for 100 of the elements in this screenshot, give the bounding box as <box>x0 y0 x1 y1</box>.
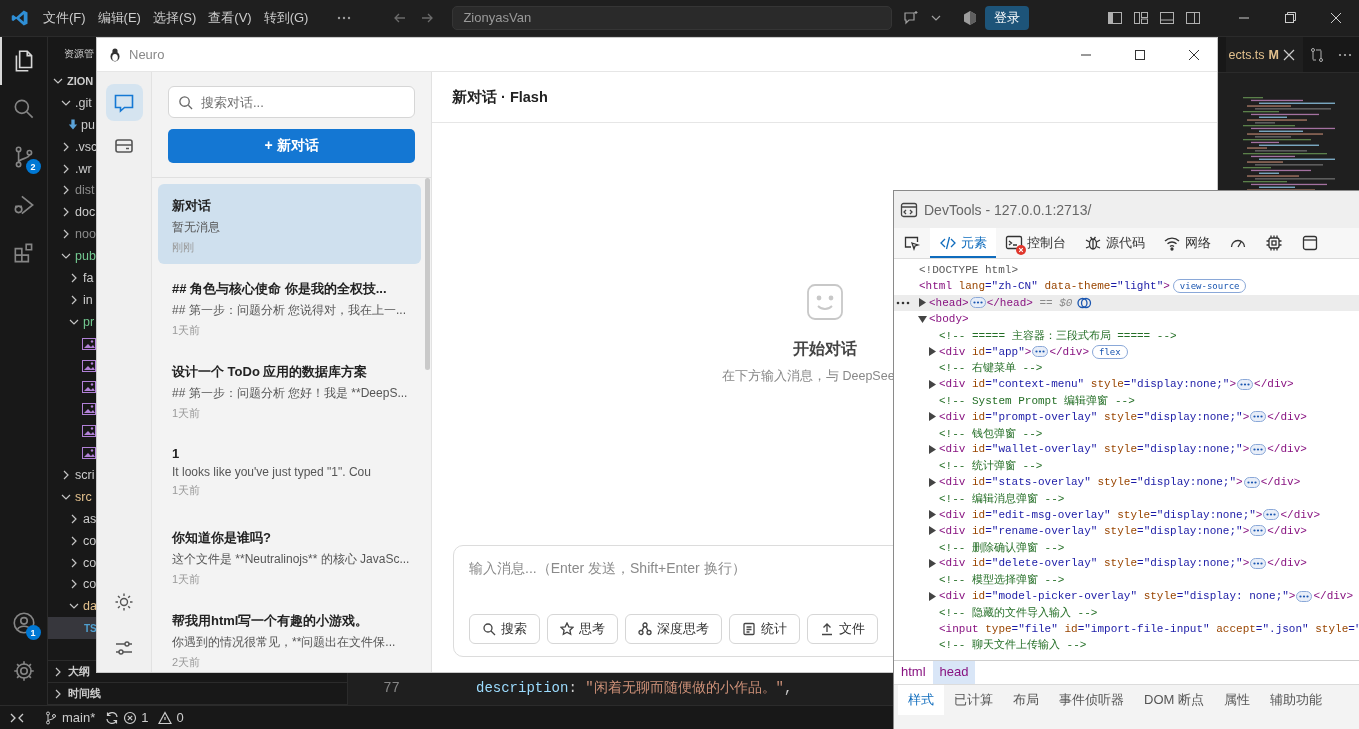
ellipsis-icon[interactable] <box>1032 346 1049 358</box>
folder-name[interactable]: pr <box>83 314 95 329</box>
expand-triangle-icon[interactable] <box>928 379 936 389</box>
menu-item[interactable]: 选择(S) <box>152 9 197 27</box>
expand-triangle-icon[interactable] <box>928 591 936 601</box>
html-tag[interactable]: <html lang="zh-CN" data-theme="light"> <box>919 280 1170 293</box>
conversation-item[interactable]: 帮我用html写一个有趣的小游戏。 你遇到的情况很常见，**问题出在文件保... 2天前 <box>158 599 421 672</box>
html-tag[interactable]: <body> <box>929 313 969 326</box>
menu-item[interactable]: 转到(G) <box>263 9 309 27</box>
devtools-tab[interactable]: 控制台 <box>996 228 1075 258</box>
html-tag[interactable]: <head> <box>929 296 969 309</box>
html-tag[interactable]: <div id="edit-msg-overlay" style="display:none;"> <box>939 508 1263 521</box>
html-tag[interactable]: <div id="rename-overlay" style="display:none;"> <box>939 524 1250 537</box>
folder-name[interactable]: noo <box>75 227 96 242</box>
section-header[interactable]: 时间线 <box>68 686 101 701</box>
conversation-item[interactable]: 新对话 暂无消息 刚刚 <box>158 184 421 264</box>
ellipsis-icon[interactable] <box>1237 378 1254 390</box>
closing-tag[interactable]: </head> <box>986 296 1033 309</box>
devtools-tab[interactable]: 源代码 <box>1075 228 1154 258</box>
folder-name[interactable]: co <box>83 577 96 592</box>
html-comment[interactable]: <!-- 统计弹窗 --> <box>939 458 1043 474</box>
grid-layout-icon[interactable] <box>1133 10 1149 26</box>
panel-tab[interactable]: 辅助功能 <box>1259 685 1332 715</box>
split-layout-icon[interactable] <box>1185 10 1201 26</box>
menu-item[interactable]: 文件(F) <box>43 9 86 27</box>
ellipsis-icon[interactable] <box>1250 525 1267 537</box>
ellipsis-icon[interactable] <box>1243 476 1260 488</box>
html-tag[interactable]: <div id="wallet-overlay" style="display:none;"> <box>939 443 1250 456</box>
image-file-icon[interactable] <box>82 425 96 438</box>
expand-triangle-icon[interactable] <box>928 526 936 536</box>
message-input[interactable]: 输入消息...（Enter 发送，Shift+Enter 换行） <box>469 560 869 614</box>
devtools-tab[interactable]: 网络 <box>1154 228 1220 258</box>
error-count[interactable]: 1 <box>141 710 149 725</box>
sync-icon[interactable] <box>105 710 120 725</box>
html-tag[interactable]: <div id="prompt-overlay" style="display:none;"> <box>939 410 1250 423</box>
panel-layout-icon[interactable] <box>1159 10 1175 26</box>
folder-name[interactable]: .wr <box>75 161 92 176</box>
tool-button[interactable]: 文件 <box>807 614 878 644</box>
account-icon[interactable] <box>10 610 37 636</box>
closing-tag[interactable]: </div> <box>1313 590 1354 603</box>
editor-tab[interactable]: ects.ts M <box>1226 37 1303 72</box>
tool-button[interactable]: 深度思考 <box>625 614 722 644</box>
folder-name[interactable]: in <box>83 292 93 307</box>
bug-icon[interactable] <box>1084 234 1102 252</box>
tool-button[interactable]: 搜索 <box>469 614 540 644</box>
chat-sparkle-icon[interactable] <box>902 9 921 27</box>
command-search-field[interactable]: ZionyasVan <box>452 6 893 30</box>
scrollbar-thumb[interactable] <box>425 178 430 370</box>
html-comment[interactable]: <!-- 聊天文件上传输入 --> <box>939 637 1087 653</box>
folder-name[interactable]: fa <box>83 270 94 285</box>
expand-triangle-icon[interactable] <box>928 444 936 454</box>
selected-node-row[interactable]: <head> </head> == $0 <box>894 294 1359 311</box>
closing-tag[interactable]: </div> <box>1254 378 1294 391</box>
folder-name[interactable]: doc <box>75 205 96 220</box>
sidebar-layout-icon[interactable] <box>1107 10 1123 26</box>
folder-name[interactable]: co <box>83 533 96 548</box>
file-name[interactable]: pu <box>81 117 95 132</box>
expand-triangle-icon[interactable] <box>928 412 936 422</box>
panel-tab[interactable]: 已计算 <box>944 685 1003 715</box>
expand-triangle-icon[interactable] <box>928 347 936 357</box>
panel-tab[interactable]: 属性 <box>1213 685 1260 715</box>
folder-name[interactable]: .vsc <box>75 139 96 154</box>
closing-tag[interactable]: </div> <box>1280 508 1321 521</box>
html-tag[interactable]: <div id="delete-overlay" style="display:none;"> <box>939 557 1250 570</box>
ellipsis-icon[interactable] <box>1296 590 1313 602</box>
code-icon[interactable] <box>939 234 957 252</box>
folder-name[interactable]: .git <box>75 95 92 110</box>
expand-triangle-icon[interactable] <box>928 510 936 520</box>
chat-nav-button[interactable] <box>105 84 143 121</box>
tool-button[interactable]: 统计 <box>729 614 800 644</box>
html-tag[interactable]: <div id="model-picker-overlay" style="display: none;"> <box>939 590 1296 603</box>
html-comment[interactable]: <!-- 删除确认弹窗 --> <box>939 539 1065 555</box>
breadcrumb[interactable]: html <box>894 661 933 684</box>
branch-name[interactable]: main* <box>62 710 96 725</box>
image-file-icon[interactable] <box>82 403 96 416</box>
folder-name[interactable]: as <box>83 511 96 526</box>
closing-tag[interactable]: </div> <box>1267 410 1307 423</box>
close-icon[interactable] <box>1283 48 1295 61</box>
folder-name[interactable]: pub <box>75 249 96 264</box>
html-comment[interactable]: <!-- ===== 主容器：三段式布局 ===== --> <box>939 327 1177 343</box>
folder-name[interactable]: da <box>83 599 96 614</box>
breadcrumb[interactable]: head <box>932 661 976 684</box>
image-file-icon[interactable] <box>82 337 96 350</box>
panel-tab[interactable]: 样式 <box>898 685 944 715</box>
expand-triangle-icon[interactable] <box>928 559 936 568</box>
html-comment[interactable]: <!-- System Prompt 编辑弹窗 --> <box>939 393 1135 408</box>
expand-triangle-icon[interactable] <box>918 298 926 308</box>
search-field[interactable]: 搜索对话... <box>168 86 415 118</box>
html-tag[interactable]: <div id="stats-overlay" style="display:none;"> <box>939 476 1243 488</box>
folder-name[interactable]: co <box>83 555 96 570</box>
section-header[interactable]: 大纲 <box>68 664 90 679</box>
sun-icon[interactable] <box>114 592 134 612</box>
html-comment[interactable]: <!-- 模型选择弹窗 --> <box>939 572 1065 588</box>
html-tag[interactable]: <div id="app"> <box>939 345 1032 358</box>
warning-icon[interactable] <box>158 710 173 725</box>
window-icon[interactable] <box>1301 234 1319 252</box>
folder-name[interactable]: src <box>75 489 92 504</box>
menu-item[interactable]: 查看(V) <box>208 9 252 27</box>
collapse-triangle-icon[interactable] <box>918 315 927 324</box>
error-icon[interactable] <box>123 710 138 725</box>
